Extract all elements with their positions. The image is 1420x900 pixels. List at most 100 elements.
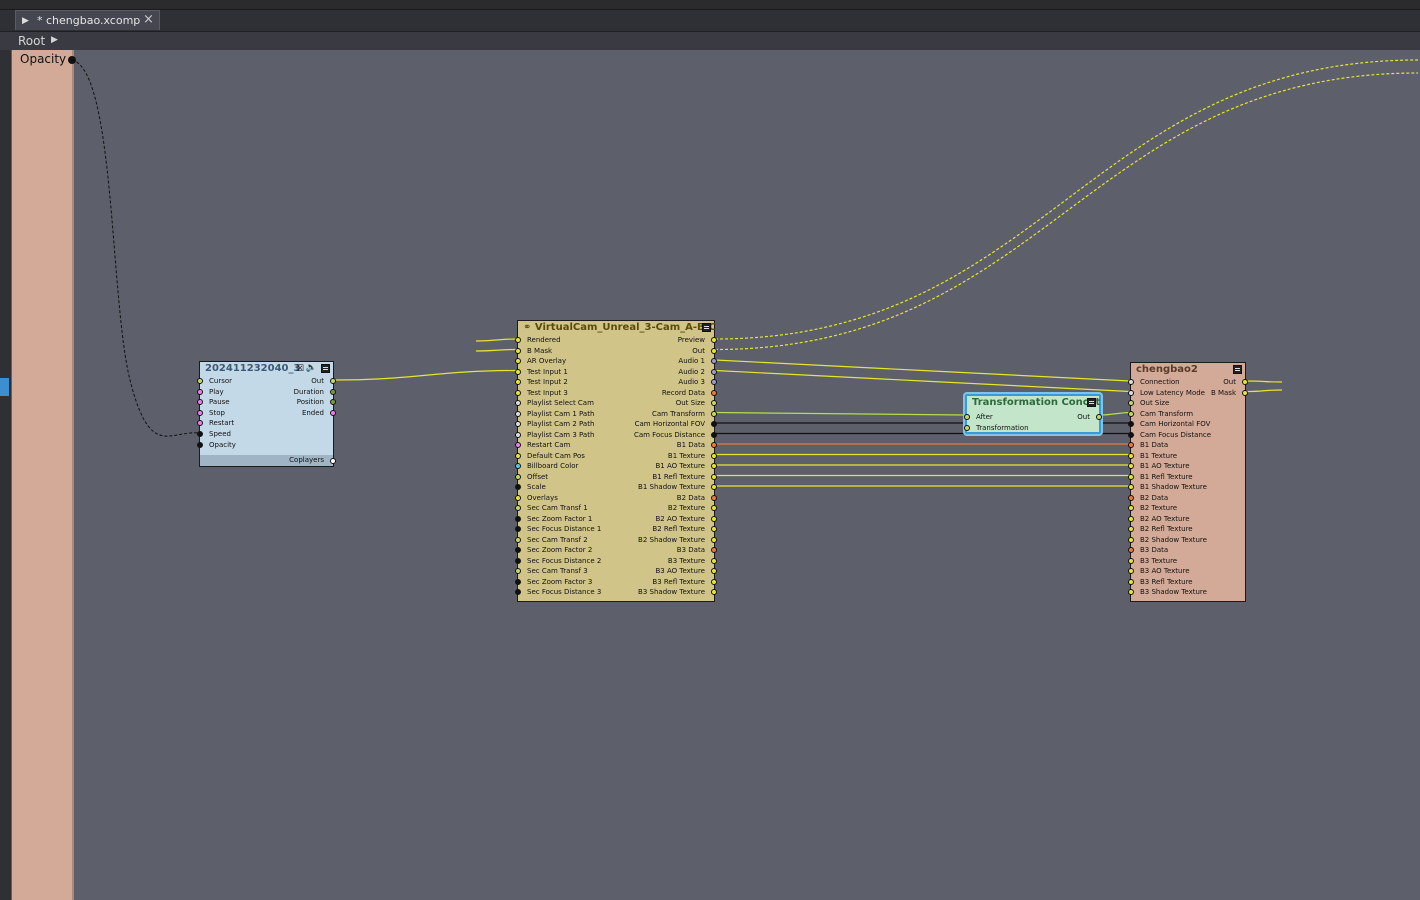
port-dot[interactable]: [711, 536, 717, 543]
input-port-low-latency-mode[interactable]: Low Latency Mode: [1128, 388, 1205, 398]
port-dot[interactable]: [711, 578, 717, 585]
input-port-ar-overlay[interactable]: AR Overlay: [515, 356, 566, 366]
input-port-b1-shadow-texture[interactable]: B1 Shadow Texture: [1128, 482, 1207, 492]
menu-icon[interactable]: [1087, 398, 1096, 407]
input-port-sec-zoom-factor-2[interactable]: Sec Zoom Factor 2: [515, 545, 592, 555]
port-dot[interactable]: [711, 389, 717, 396]
input-port-transformation[interactable]: Transformation: [964, 423, 1029, 433]
port-dot[interactable]: [1128, 547, 1134, 553]
port-dot[interactable]: [515, 536, 521, 543]
input-port-restart[interactable]: Restart: [197, 418, 234, 428]
port-dot[interactable]: [711, 568, 717, 574]
port-dot[interactable]: [1128, 400, 1134, 406]
output-port-b1-data[interactable]: B1 Data: [677, 440, 717, 450]
port-dot[interactable]: [1128, 379, 1134, 385]
port-dot[interactable]: [711, 442, 717, 448]
port-dot[interactable]: [515, 347, 521, 354]
input-port-cam-focus-distance[interactable]: Cam Focus Distance: [1128, 430, 1211, 440]
wire-rendered-in[interactable]: [475, 338, 518, 342]
port-dot[interactable]: [197, 431, 203, 437]
input-port-b2-texture[interactable]: B2 Texture: [1128, 503, 1177, 513]
port-dot[interactable]: [515, 442, 521, 448]
input-port-b2-shadow-texture[interactable]: B2 Shadow Texture: [1128, 535, 1207, 545]
port-dot[interactable]: [515, 568, 521, 574]
port-dot[interactable]: [197, 441, 203, 448]
output-port-b1-ao-texture[interactable]: B1 AO Texture: [655, 461, 717, 471]
output-port-audio-2[interactable]: Audio 2: [678, 367, 717, 377]
input-port-playlist-select-cam[interactable]: Playlist Select Cam: [515, 398, 594, 408]
output-port-duration[interactable]: Duration: [294, 387, 336, 397]
wire-out-out[interactable]: [714, 72, 1419, 351]
port-dot[interactable]: [515, 410, 521, 417]
output-port-b3-data[interactable]: B3 Data: [677, 545, 717, 555]
port-dot[interactable]: [515, 515, 521, 522]
port-dot[interactable]: [1128, 578, 1134, 585]
port-dot[interactable]: [1128, 484, 1134, 490]
port-dot[interactable]: [515, 494, 521, 501]
input-port-b-mask[interactable]: B Mask: [515, 346, 552, 356]
input-port-b3-refl-texture[interactable]: B3 Refl Texture: [1128, 577, 1193, 587]
port-dot[interactable]: [711, 526, 717, 532]
input-port-cursor[interactable]: Cursor: [197, 376, 232, 386]
port-dot[interactable]: [711, 410, 717, 417]
port-dot[interactable]: [1242, 389, 1248, 396]
port-dot[interactable]: [711, 347, 717, 354]
input-port-opacity[interactable]: Opacity: [197, 440, 236, 450]
input-port-sec-cam-transf-2[interactable]: Sec Cam Transf 2: [515, 535, 588, 545]
output-port-cam-horizontal-fov[interactable]: Cam Horizontal FOV: [635, 419, 717, 429]
input-port-test-input-3[interactable]: Test Input 3: [515, 388, 568, 398]
input-port-b3-shadow-texture[interactable]: B3 Shadow Texture: [1128, 587, 1207, 597]
output-port-b2-refl-texture[interactable]: B2 Refl Texture: [652, 524, 717, 534]
port-dot[interactable]: [515, 431, 521, 438]
menu-icon[interactable]: [1233, 365, 1242, 374]
port-dot[interactable]: [964, 414, 970, 420]
port-dot[interactable]: [515, 505, 521, 511]
menu-icon[interactable]: [702, 323, 711, 332]
port-dot[interactable]: [711, 463, 717, 469]
document-tab[interactable]: ▶ * chengbao.xcomp ×: [15, 10, 160, 30]
input-port-b3-ao-texture[interactable]: B3 AO Texture: [1128, 566, 1190, 576]
port-dot[interactable]: [711, 484, 717, 490]
port-dot[interactable]: [197, 388, 203, 395]
port-dot[interactable]: [711, 557, 717, 564]
input-port-sec-zoom-factor-3[interactable]: Sec Zoom Factor 3: [515, 577, 592, 587]
output-port-b2-data[interactable]: B2 Data: [677, 493, 717, 503]
menu-icon[interactable]: [321, 364, 330, 373]
input-port-b1-refl-texture[interactable]: B1 Refl Texture: [1128, 472, 1193, 482]
node-transformation-concat[interactable]: Transformation Concat After Transformatio…: [964, 394, 1102, 434]
node-virtualcam[interactable]: ⚭ VirtualCam_Unreal_3-Cam_A-B-C Rendered…: [515, 320, 717, 602]
input-port-scale[interactable]: Scale: [515, 482, 546, 492]
port-dot[interactable]: [711, 368, 717, 375]
wire-vcam-connection[interactable]: [714, 359, 1131, 382]
wire-camtransform-concat[interactable]: [714, 411, 966, 416]
port-dot[interactable]: [711, 547, 717, 553]
input-port-cam-transform[interactable]: Cam Transform: [1128, 409, 1193, 419]
node-player[interactable]: 202411232040_3 ☒ 🔈 Coplayers Cursor Play P…: [197, 361, 336, 467]
input-port-b3-data[interactable]: B3 Data: [1128, 545, 1168, 555]
port-dot[interactable]: [197, 420, 203, 427]
wire-opacity-to-speed[interactable]: [71, 59, 200, 437]
input-port-b1-data[interactable]: B1 Data: [1128, 440, 1168, 450]
port-dot[interactable]: [711, 505, 717, 511]
port-dot[interactable]: [1128, 389, 1134, 396]
port-dot[interactable]: [711, 358, 717, 364]
input-port-b1-texture[interactable]: B1 Texture: [1128, 451, 1177, 461]
port-dot[interactable]: [330, 378, 336, 384]
output-port-out[interactable]: Out: [1077, 412, 1102, 422]
output-port-cam-transform[interactable]: Cam Transform: [652, 409, 717, 419]
port-dot[interactable]: [711, 421, 717, 427]
chevron-right-icon[interactable]: ▶: [51, 35, 58, 45]
input-port-sec-focus-distance-2[interactable]: Sec Focus Distance 2: [515, 556, 601, 566]
port-dot[interactable]: [330, 399, 336, 406]
output-port-b3-texture[interactable]: B3 Texture: [668, 556, 717, 566]
port-dot[interactable]: [515, 337, 521, 343]
port-dot[interactable]: [1128, 536, 1134, 543]
input-port-b1-ao-texture[interactable]: B1 AO Texture: [1128, 461, 1190, 471]
port-dot[interactable]: [1128, 431, 1134, 438]
output-port-b1-shadow-texture[interactable]: B1 Shadow Texture: [638, 482, 717, 492]
input-port-b2-refl-texture[interactable]: B2 Refl Texture: [1128, 524, 1193, 534]
port-dot[interactable]: [711, 400, 717, 406]
port-dot[interactable]: [1128, 494, 1134, 501]
output-port-out-size[interactable]: Out Size: [676, 398, 717, 408]
port-dot[interactable]: [1128, 568, 1134, 574]
